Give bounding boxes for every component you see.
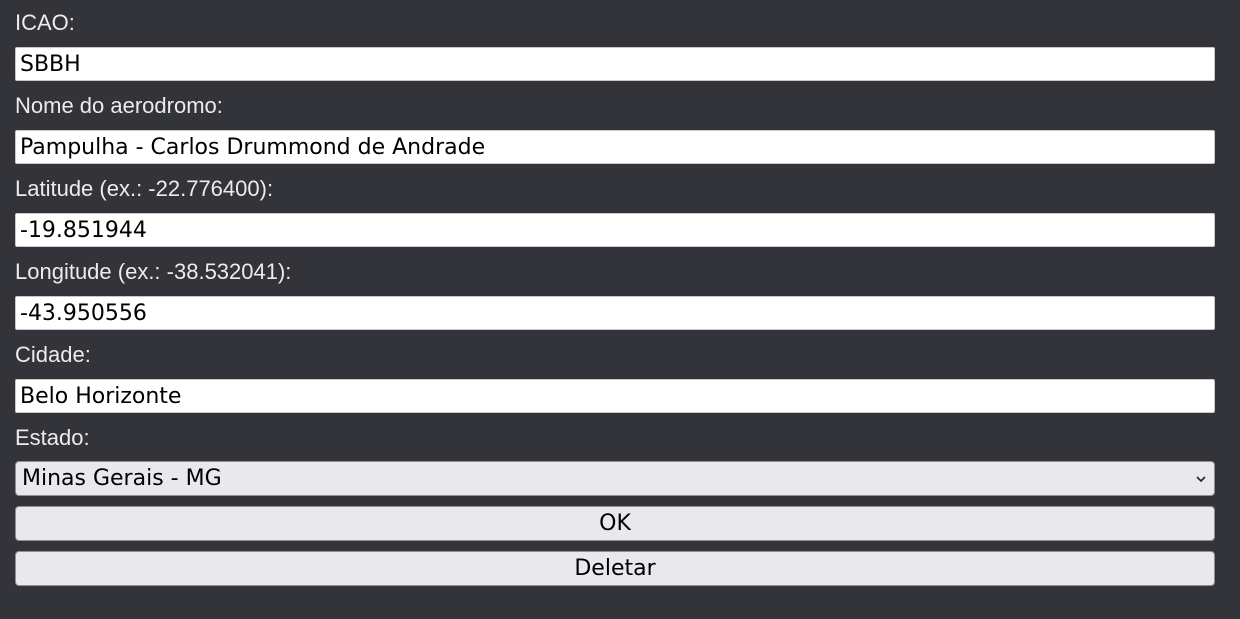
latitude-label: Latitude (ex.: -22.776400): (15, 176, 274, 201)
deletar-button[interactable]: Deletar (15, 551, 1215, 586)
cidade-input[interactable] (15, 379, 1215, 413)
cidade-label: Cidade: (15, 342, 91, 367)
aerodrome-form: ICAO: Nome do aerodromo: Latitude (ex.: … (0, 0, 1240, 619)
estado-label: Estado: (15, 425, 90, 450)
nome-aerodromo-label: Nome do aerodromo: (15, 93, 223, 118)
nome-aerodromo-input[interactable] (15, 130, 1215, 164)
icao-input[interactable] (15, 47, 1215, 81)
chevron-down-icon (1196, 476, 1206, 483)
icao-label: ICAO: (15, 10, 75, 35)
ok-button[interactable]: OK (15, 506, 1215, 541)
longitude-label: Longitude (ex.: -38.532041): (15, 259, 292, 284)
longitude-input[interactable] (15, 296, 1215, 330)
estado-selected-value: Minas Gerais - MG (22, 466, 222, 491)
latitude-input[interactable] (15, 213, 1215, 247)
estado-select[interactable]: Minas Gerais - MG (15, 461, 1215, 496)
